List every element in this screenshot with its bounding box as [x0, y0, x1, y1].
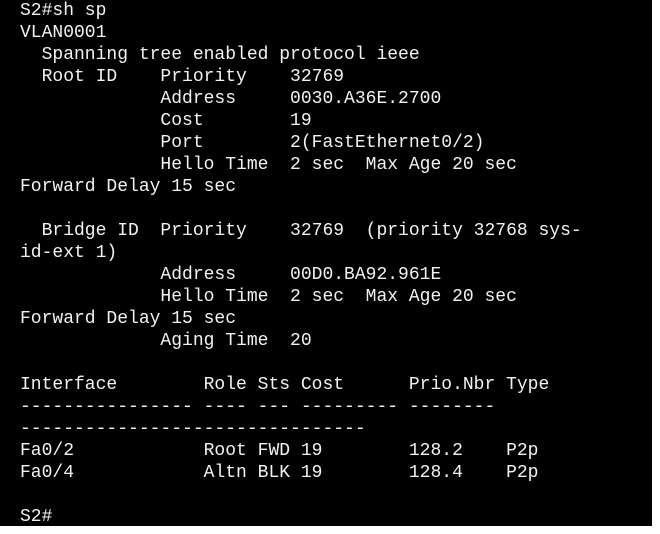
terminal-line-root-priority: Root ID Priority 32769: [20, 67, 345, 87]
terminal-line-blank: [20, 198, 652, 220]
terminal-line-root-cost: Cost 19: [20, 111, 312, 131]
window-edge-right: [652, 0, 660, 534]
terminal-line-blank: [20, 484, 652, 506]
terminal-line-bridge-priority: Bridge ID Priority 32769 (priority 32768…: [20, 221, 582, 241]
terminal-line-command: S2#sh sp: [20, 1, 107, 21]
terminal-line-bridge-priority-wrap: id-ext 1): [20, 243, 118, 263]
terminal-window[interactable]: S2#sh sp VLAN0001 Spanning tree enabled …: [0, 0, 652, 526]
terminal-table-row: Fa0/4 Altn BLK 19 128.4 P2p: [20, 463, 539, 483]
terminal-line-root-hello: Hello Time 2 sec Max Age 20 sec: [20, 155, 517, 175]
terminal-table-header: Interface Role Sts Cost Prio.Nbr Type: [20, 375, 550, 395]
window-edge-bottom: [0, 526, 660, 534]
terminal-line-root-port: Port 2(FastEthernet0/2): [20, 133, 485, 153]
terminal-prompt[interactable]: S2#: [20, 506, 652, 526]
terminal-line-bridge-hello: Hello Time 2 sec Max Age 20 sec: [20, 287, 517, 307]
terminal-line-root-forward-delay: Forward Delay 15 sec: [20, 177, 237, 197]
terminal-line-protocol: Spanning tree enabled protocol ieee: [20, 45, 420, 65]
terminal-table-divider-wrap: --------------------------------: [20, 419, 366, 439]
terminal-line-bridge-address: Address 00D0.BA92.961E: [20, 265, 442, 285]
terminal-line-bridge-aging: Aging Time 20: [20, 331, 312, 351]
terminal-table-row: Fa0/2 Root FWD 19 128.2 P2p: [20, 441, 539, 461]
terminal-table-divider: ---------------- ---- --- --------- ----…: [20, 397, 496, 417]
terminal-line-vlan: VLAN0001: [20, 23, 107, 43]
terminal-line-blank: [20, 352, 652, 374]
terminal-line-bridge-forward-delay: Forward Delay 15 sec: [20, 309, 237, 329]
terminal-line-root-address: Address 0030.A36E.2700: [20, 89, 442, 109]
